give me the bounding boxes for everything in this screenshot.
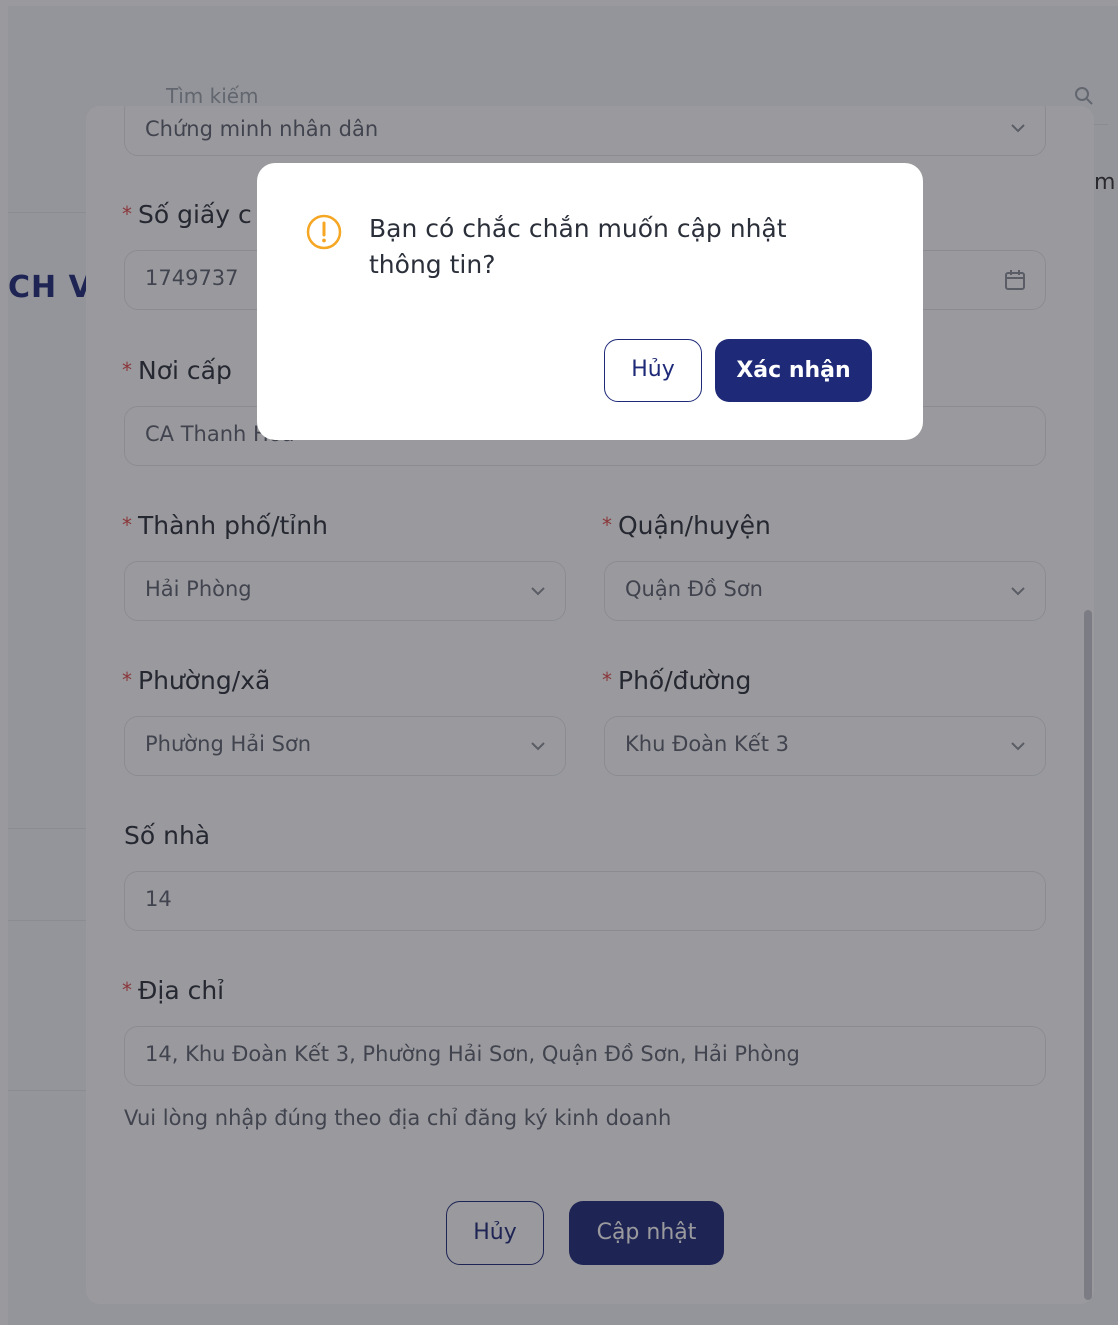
warning-circle-icon xyxy=(306,214,342,250)
confirm-ok-button[interactable]: Xác nhận xyxy=(715,339,872,402)
confirm-dialog: Bạn có chắc chắn muốn cập nhật thông tin… xyxy=(257,163,923,440)
confirm-message: Bạn có chắc chắn muốn cập nhật thông tin… xyxy=(369,214,787,279)
confirm-cancel-button[interactable]: Hủy xyxy=(604,339,702,402)
